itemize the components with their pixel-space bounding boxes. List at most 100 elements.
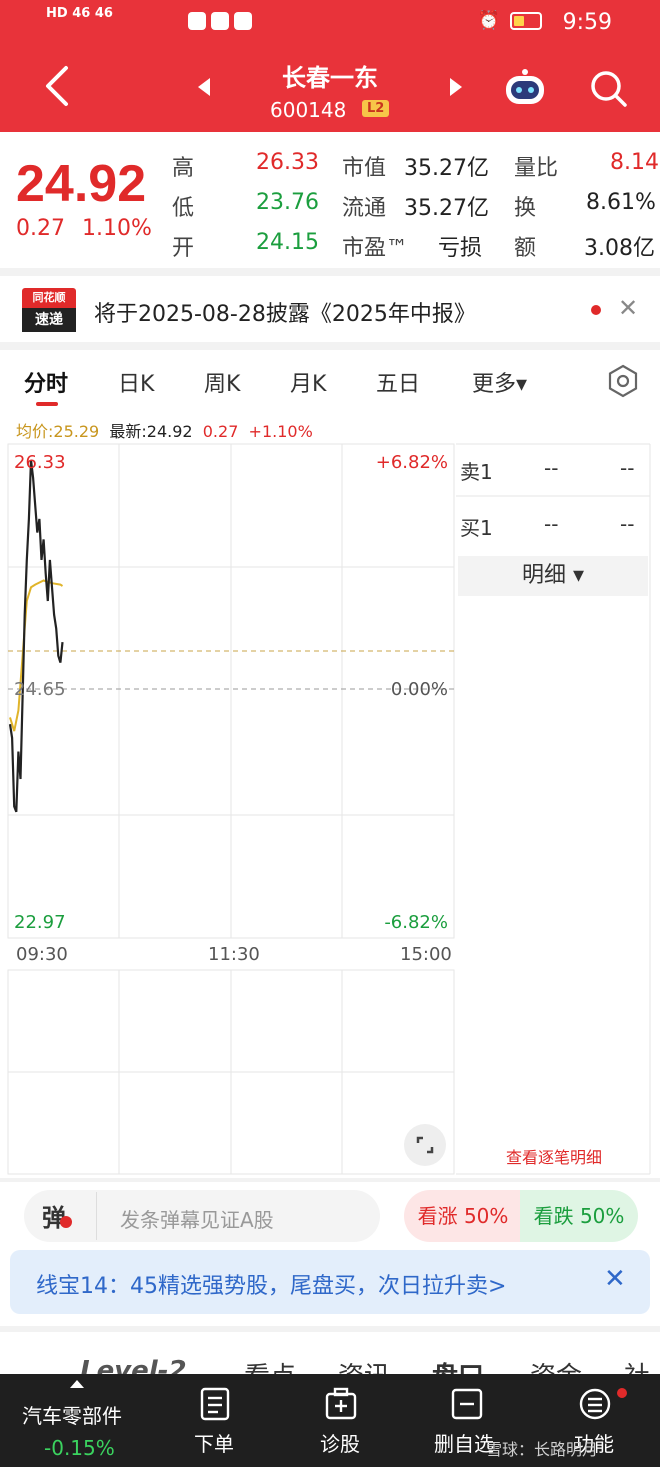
- info-change-pct: +1.10%: [248, 422, 313, 441]
- order-icon[interactable]: [198, 1386, 232, 1422]
- promo-text[interactable]: 线宝14：45精选强势股，尾盘买，次日拉升卖>: [36, 1268, 506, 1300]
- status-signal: HD 46 46: [46, 6, 113, 21]
- ask1-label: 卖1: [460, 460, 493, 484]
- divider: [96, 1192, 97, 1240]
- tab-monthly-k[interactable]: 月K: [290, 366, 326, 398]
- ths-news-logo: 同花顺 速递: [22, 288, 76, 334]
- bid1-label: 买1: [460, 516, 493, 540]
- danmaku-icon[interactable]: 弹: [42, 1198, 66, 1233]
- float-cap-value: 35.27亿: [404, 196, 489, 221]
- high-value: 26.33: [256, 150, 319, 175]
- price-change: 0.27: [16, 216, 65, 241]
- close-icon[interactable]: ✕: [618, 294, 638, 322]
- pct-high-label: +6.82%: [376, 452, 448, 473]
- divider: [0, 1178, 660, 1182]
- pct-mid-label: 0.00%: [391, 679, 448, 700]
- watermark: 雪球：长路明月: [486, 1440, 599, 1459]
- unread-dot: [591, 305, 601, 315]
- pe-value: 亏损: [438, 236, 483, 261]
- stock-name: 长春一东: [282, 64, 378, 92]
- notification-dot: [617, 1388, 627, 1398]
- low-label: 低: [172, 196, 195, 221]
- battery-icon: [510, 12, 542, 30]
- nav-remove-watchlist-label[interactable]: 删自选: [434, 1428, 494, 1457]
- pct-low-label: -6.82%: [384, 912, 448, 933]
- y-high-label: 26.33: [14, 452, 66, 473]
- market-cap-label: 市值: [342, 156, 387, 181]
- y-low-label: 22.97: [14, 912, 66, 933]
- danmaku-placeholder[interactable]: 发条弹幕见证A股: [120, 1204, 274, 1233]
- back-arrow-icon[interactable]: [40, 64, 76, 108]
- tick-detail-link[interactable]: 查看逐笔明细: [460, 1144, 648, 1168]
- menu-icon[interactable]: [578, 1386, 612, 1422]
- ask1-price: --: [544, 456, 559, 480]
- amount-label: 额: [514, 236, 537, 261]
- caret-up-icon: [70, 1380, 84, 1388]
- tab-intraday[interactable]: 分时: [24, 366, 68, 398]
- high-label: 高: [172, 156, 195, 181]
- pe-label: 市盈™: [342, 236, 409, 261]
- divider: [0, 1326, 660, 1332]
- announcement-text[interactable]: 将于2025-08-28披露《2025年中报》: [94, 296, 476, 328]
- intraday-chart[interactable]: 26.33 24.65 22.97 +6.82% 0.00% -6.82%: [0, 440, 660, 1180]
- tab-weekly-k[interactable]: 周K: [204, 366, 240, 398]
- price-change-pct: 1.10%: [82, 216, 152, 241]
- tab-underline: [36, 402, 58, 406]
- low-value: 23.76: [256, 190, 319, 215]
- info-line: 均价:25.29 最新:24.92 0.27 +1.10%: [16, 418, 313, 442]
- status-time: 9:59: [562, 10, 612, 35]
- danmaku-badge-icon: [60, 1216, 72, 1228]
- info-change: 0.27: [202, 422, 239, 441]
- latest-price: 最新:24.92: [109, 422, 193, 441]
- float-cap-label: 流通: [342, 196, 387, 221]
- market-cap-value: 35.27亿: [404, 156, 489, 181]
- time-label: 11:30: [208, 944, 260, 965]
- bid1-volume: --: [620, 512, 635, 536]
- open-value: 24.15: [256, 230, 319, 255]
- nav-diagnose-label[interactable]: 诊股: [320, 1428, 360, 1457]
- tab-more[interactable]: 更多▾: [472, 366, 527, 398]
- robot-assistant-icon[interactable]: [502, 68, 548, 108]
- sub-tab-bar: Level-2 看点 资讯 盘口 资金 社: [0, 1338, 660, 1378]
- diagnose-icon[interactable]: [324, 1386, 358, 1422]
- bearish-vote-button[interactable]: 看跌 50%: [520, 1190, 638, 1242]
- search-icon[interactable]: [588, 68, 628, 108]
- sector-change: -0.15%: [44, 1436, 115, 1460]
- turnover-value: 8.61%: [586, 190, 656, 215]
- expand-icon[interactable]: [404, 1124, 446, 1166]
- remove-watchlist-icon[interactable]: [450, 1386, 484, 1422]
- stock-code: 600148: [270, 98, 347, 122]
- volume-ratio-label: 量比: [514, 156, 559, 181]
- chart-grid: [7, 443, 651, 1175]
- nav-order-label[interactable]: 下单: [194, 1428, 234, 1457]
- open-label: 开: [172, 236, 195, 261]
- l2-badge: L2: [362, 100, 390, 117]
- alarm-icon: ⏰: [477, 10, 500, 31]
- divider: [0, 342, 660, 350]
- bid1-price: --: [544, 512, 559, 536]
- bullish-vote-button[interactable]: 看涨 50%: [404, 1190, 522, 1242]
- time-label: 15:00: [400, 944, 452, 965]
- price-line: [8, 459, 64, 813]
- prev-stock-icon[interactable]: [196, 76, 212, 98]
- volume-ratio-value: 8.14: [610, 150, 659, 175]
- divider: [0, 268, 660, 276]
- logo-bottom-text: 速递: [22, 308, 76, 332]
- sector-name[interactable]: 汽车零部件: [22, 1400, 122, 1429]
- avg-price-line: [9, 579, 64, 732]
- tab-five-day[interactable]: 五日: [376, 366, 420, 398]
- time-label: 09:30: [16, 944, 68, 965]
- current-price: 24.92: [16, 155, 147, 213]
- avg-price: 均价:25.29: [16, 422, 100, 441]
- gear-icon[interactable]: [606, 364, 640, 398]
- close-icon[interactable]: ✕: [604, 1264, 626, 1294]
- detail-dropdown[interactable]: 明细 ▾: [458, 556, 648, 596]
- amount-value: 3.08亿: [584, 236, 655, 261]
- logo-top-text: 同花顺: [22, 288, 76, 308]
- next-stock-icon[interactable]: [448, 76, 464, 98]
- y-mid-label: 24.65: [14, 679, 66, 700]
- ask1-volume: --: [620, 456, 635, 480]
- turnover-label: 换: [514, 196, 537, 221]
- status-app-icons: [188, 12, 253, 34]
- tab-daily-k[interactable]: 日K: [118, 366, 154, 398]
